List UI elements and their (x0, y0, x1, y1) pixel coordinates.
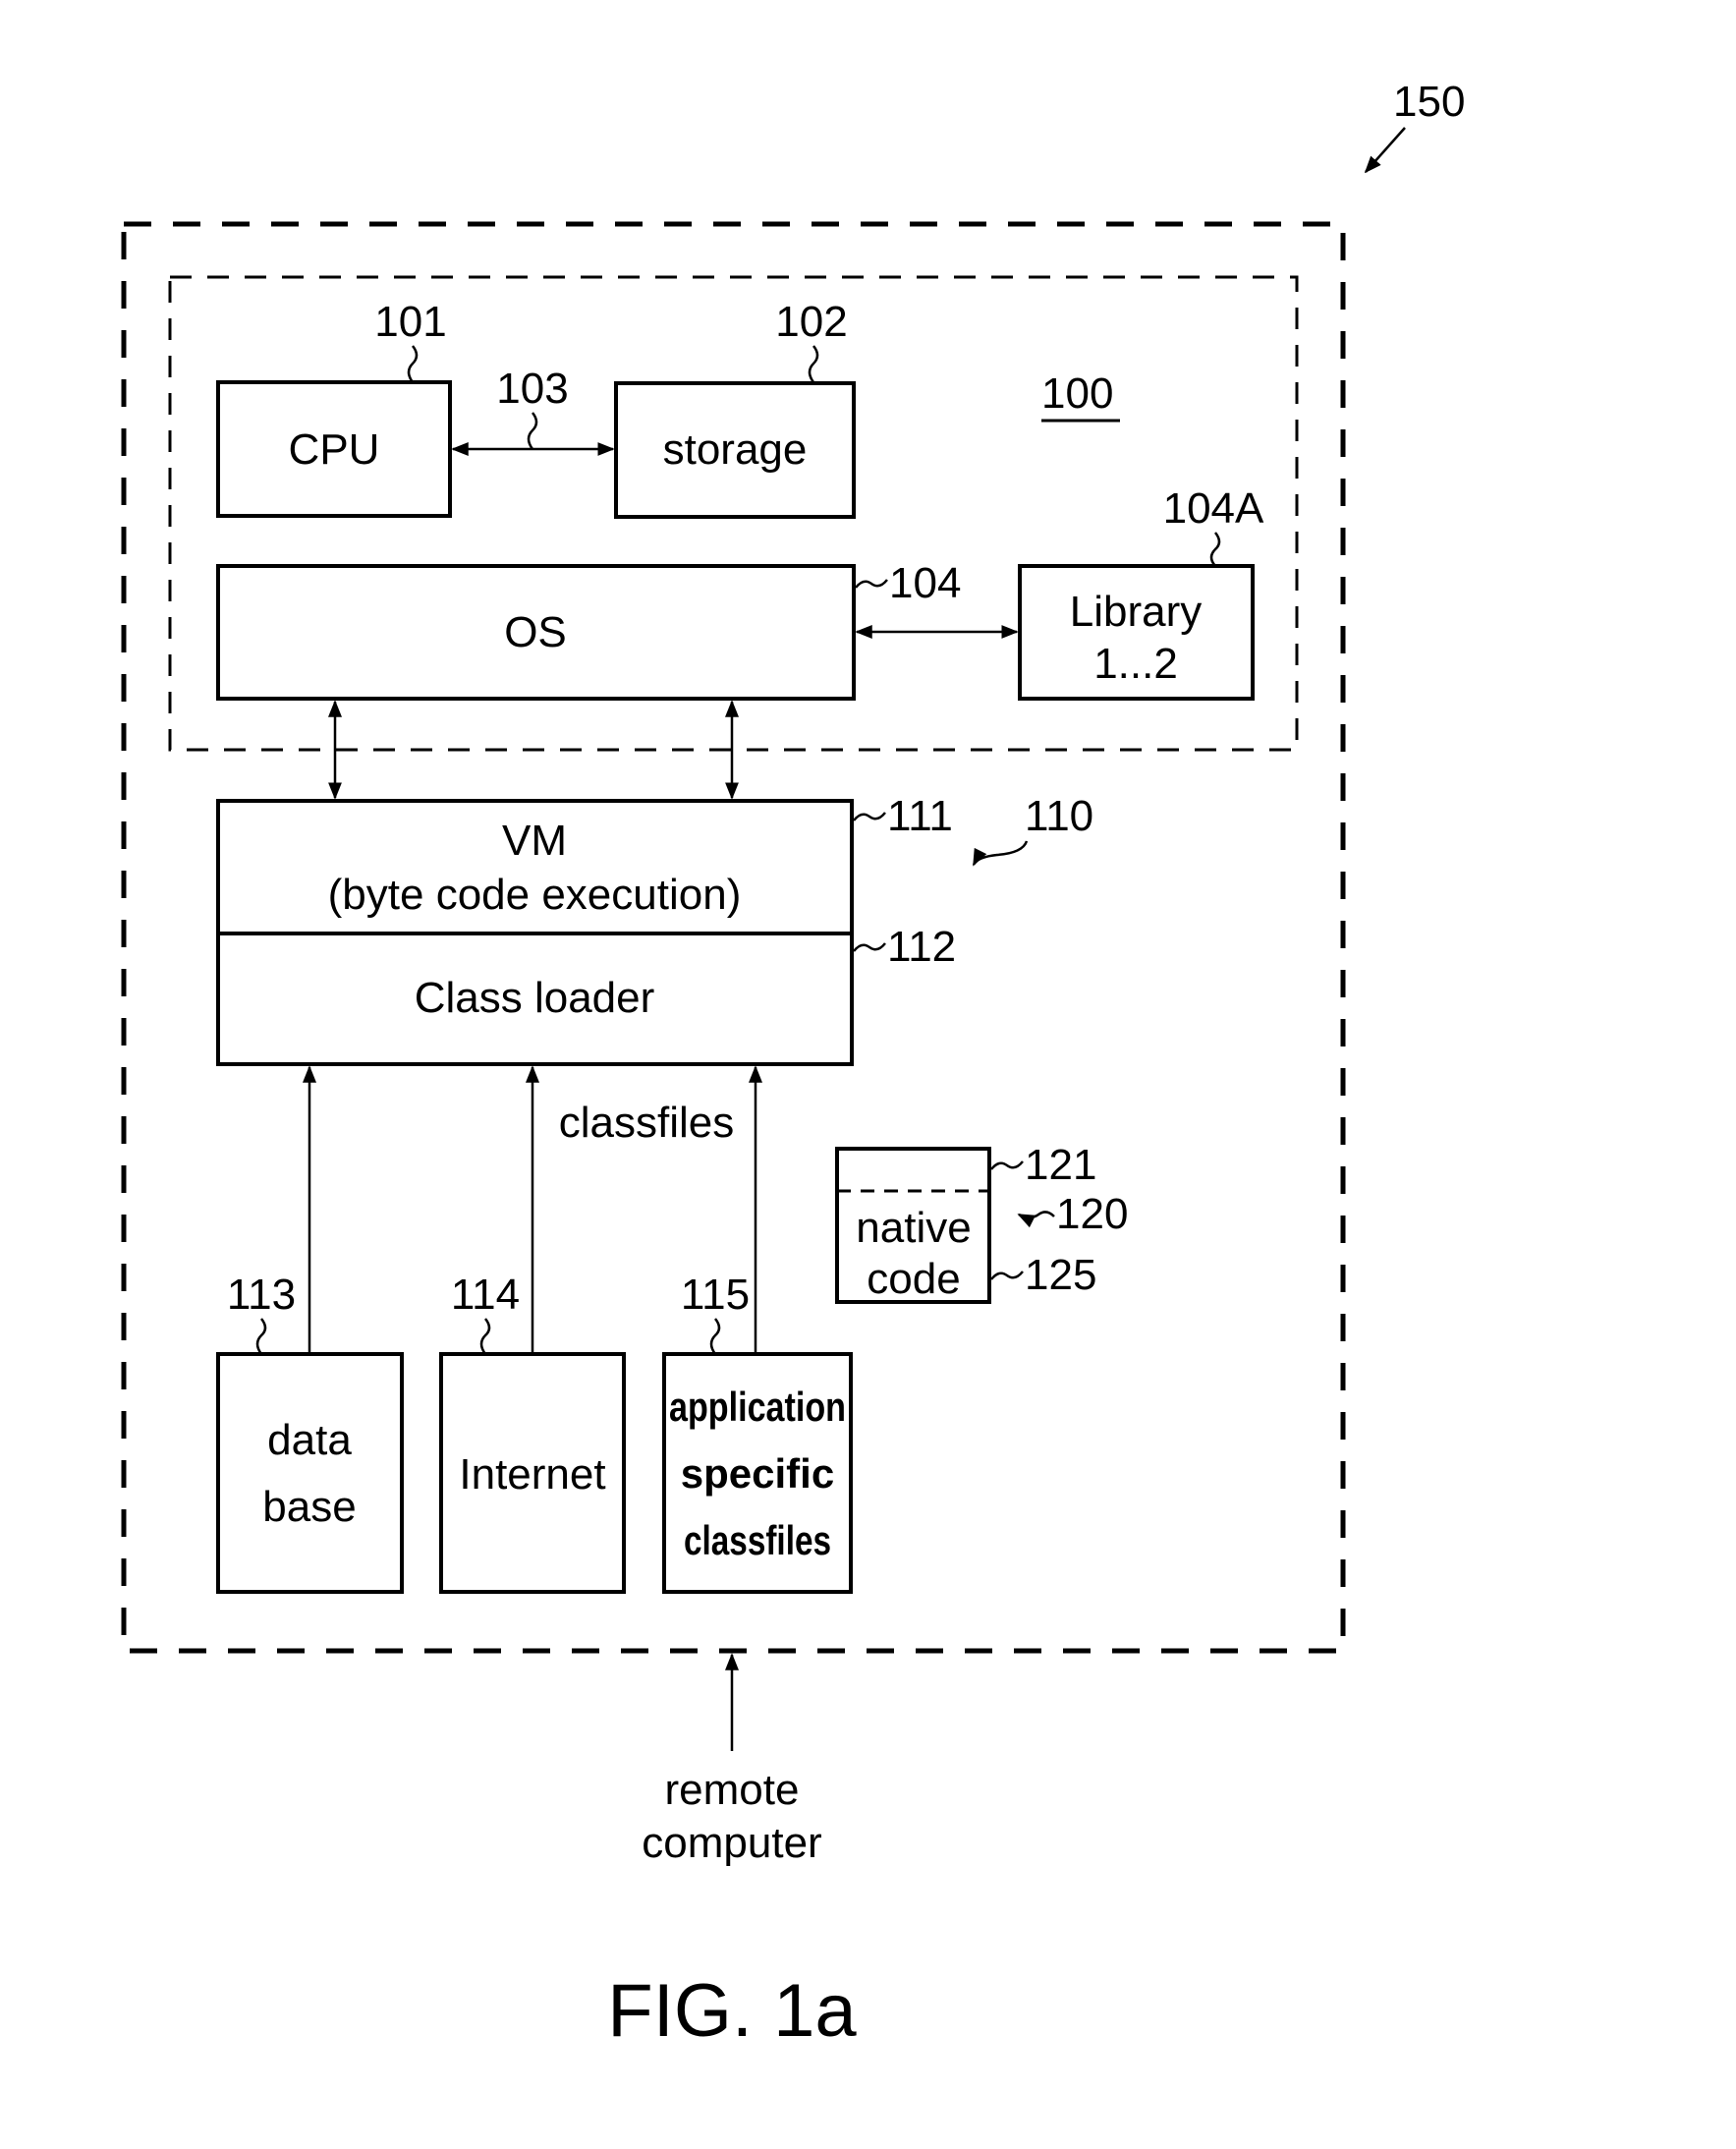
ref-103: 103 (496, 365, 568, 413)
ref-114-leader (479, 1318, 491, 1355)
app-classfiles-line1: application (669, 1384, 846, 1430)
storage-label: storage (663, 425, 808, 474)
ref-115: 115 (681, 1271, 750, 1319)
ref-111-leader (853, 812, 886, 821)
ref-120-arrow (1017, 1211, 1055, 1228)
native-code-line1: native (856, 1204, 971, 1252)
ref-101-leader (407, 345, 419, 383)
app-classfiles-line2: specific (681, 1450, 834, 1497)
database-box (216, 1352, 404, 1594)
database-label-line2: base (262, 1483, 356, 1531)
vm-label-line1: VM (502, 817, 567, 865)
remote-computer-line2: computer (642, 1819, 821, 1867)
ref-102-leader (808, 345, 819, 383)
ref-125: 125 (1025, 1251, 1096, 1299)
ref-150-arrow (1364, 127, 1406, 174)
classfiles-label: classfiles (559, 1099, 735, 1147)
diagram-canvas: 150 100 CPU 101 storage 102 103 OS 104 L… (121, 78, 1465, 2053)
cpu-label: CPU (289, 425, 380, 474)
vm-label-line2: (byte code execution) (328, 871, 742, 919)
class-loader-label: Class loader (415, 974, 655, 1022)
app-classfiles-line3: classfiles (684, 1517, 831, 1563)
ref-113-leader (255, 1318, 267, 1355)
ref-104A-leader (1209, 532, 1221, 567)
figure-caption: FIG. 1a (607, 1969, 857, 2053)
ref-101: 101 (374, 298, 446, 346)
ref-112-leader (853, 942, 886, 952)
remote-computer-line1: remote (665, 1766, 800, 1814)
os-label: OS (504, 608, 567, 656)
ref-104: 104 (889, 559, 961, 607)
ref-112: 112 (887, 923, 956, 971)
ref-125-leader (990, 1271, 1024, 1280)
library-label-line2: 1...2 (1093, 640, 1178, 688)
ref-103-leader (527, 412, 538, 450)
database-label-line1: data (267, 1416, 352, 1464)
ref-121: 121 (1025, 1141, 1096, 1189)
ref-115-leader (709, 1318, 721, 1355)
ref-110: 110 (1025, 792, 1093, 840)
ref-113: 113 (227, 1271, 296, 1319)
ref-104A: 104A (1163, 484, 1264, 533)
ref-121-leader (990, 1160, 1024, 1170)
ref-114: 114 (451, 1271, 520, 1319)
internet-label: Internet (459, 1450, 605, 1499)
ref-102: 102 (775, 298, 847, 346)
ref-120: 120 (1056, 1190, 1128, 1238)
ref-111: 111 (887, 792, 953, 840)
ref-110-arrow (972, 840, 1029, 867)
native-code-line2: code (867, 1255, 960, 1303)
library-label-line1: Library (1070, 588, 1203, 636)
ref-100: 100 (1041, 369, 1113, 418)
ref-104-leader (855, 579, 888, 589)
ref-150: 150 (1393, 78, 1465, 126)
